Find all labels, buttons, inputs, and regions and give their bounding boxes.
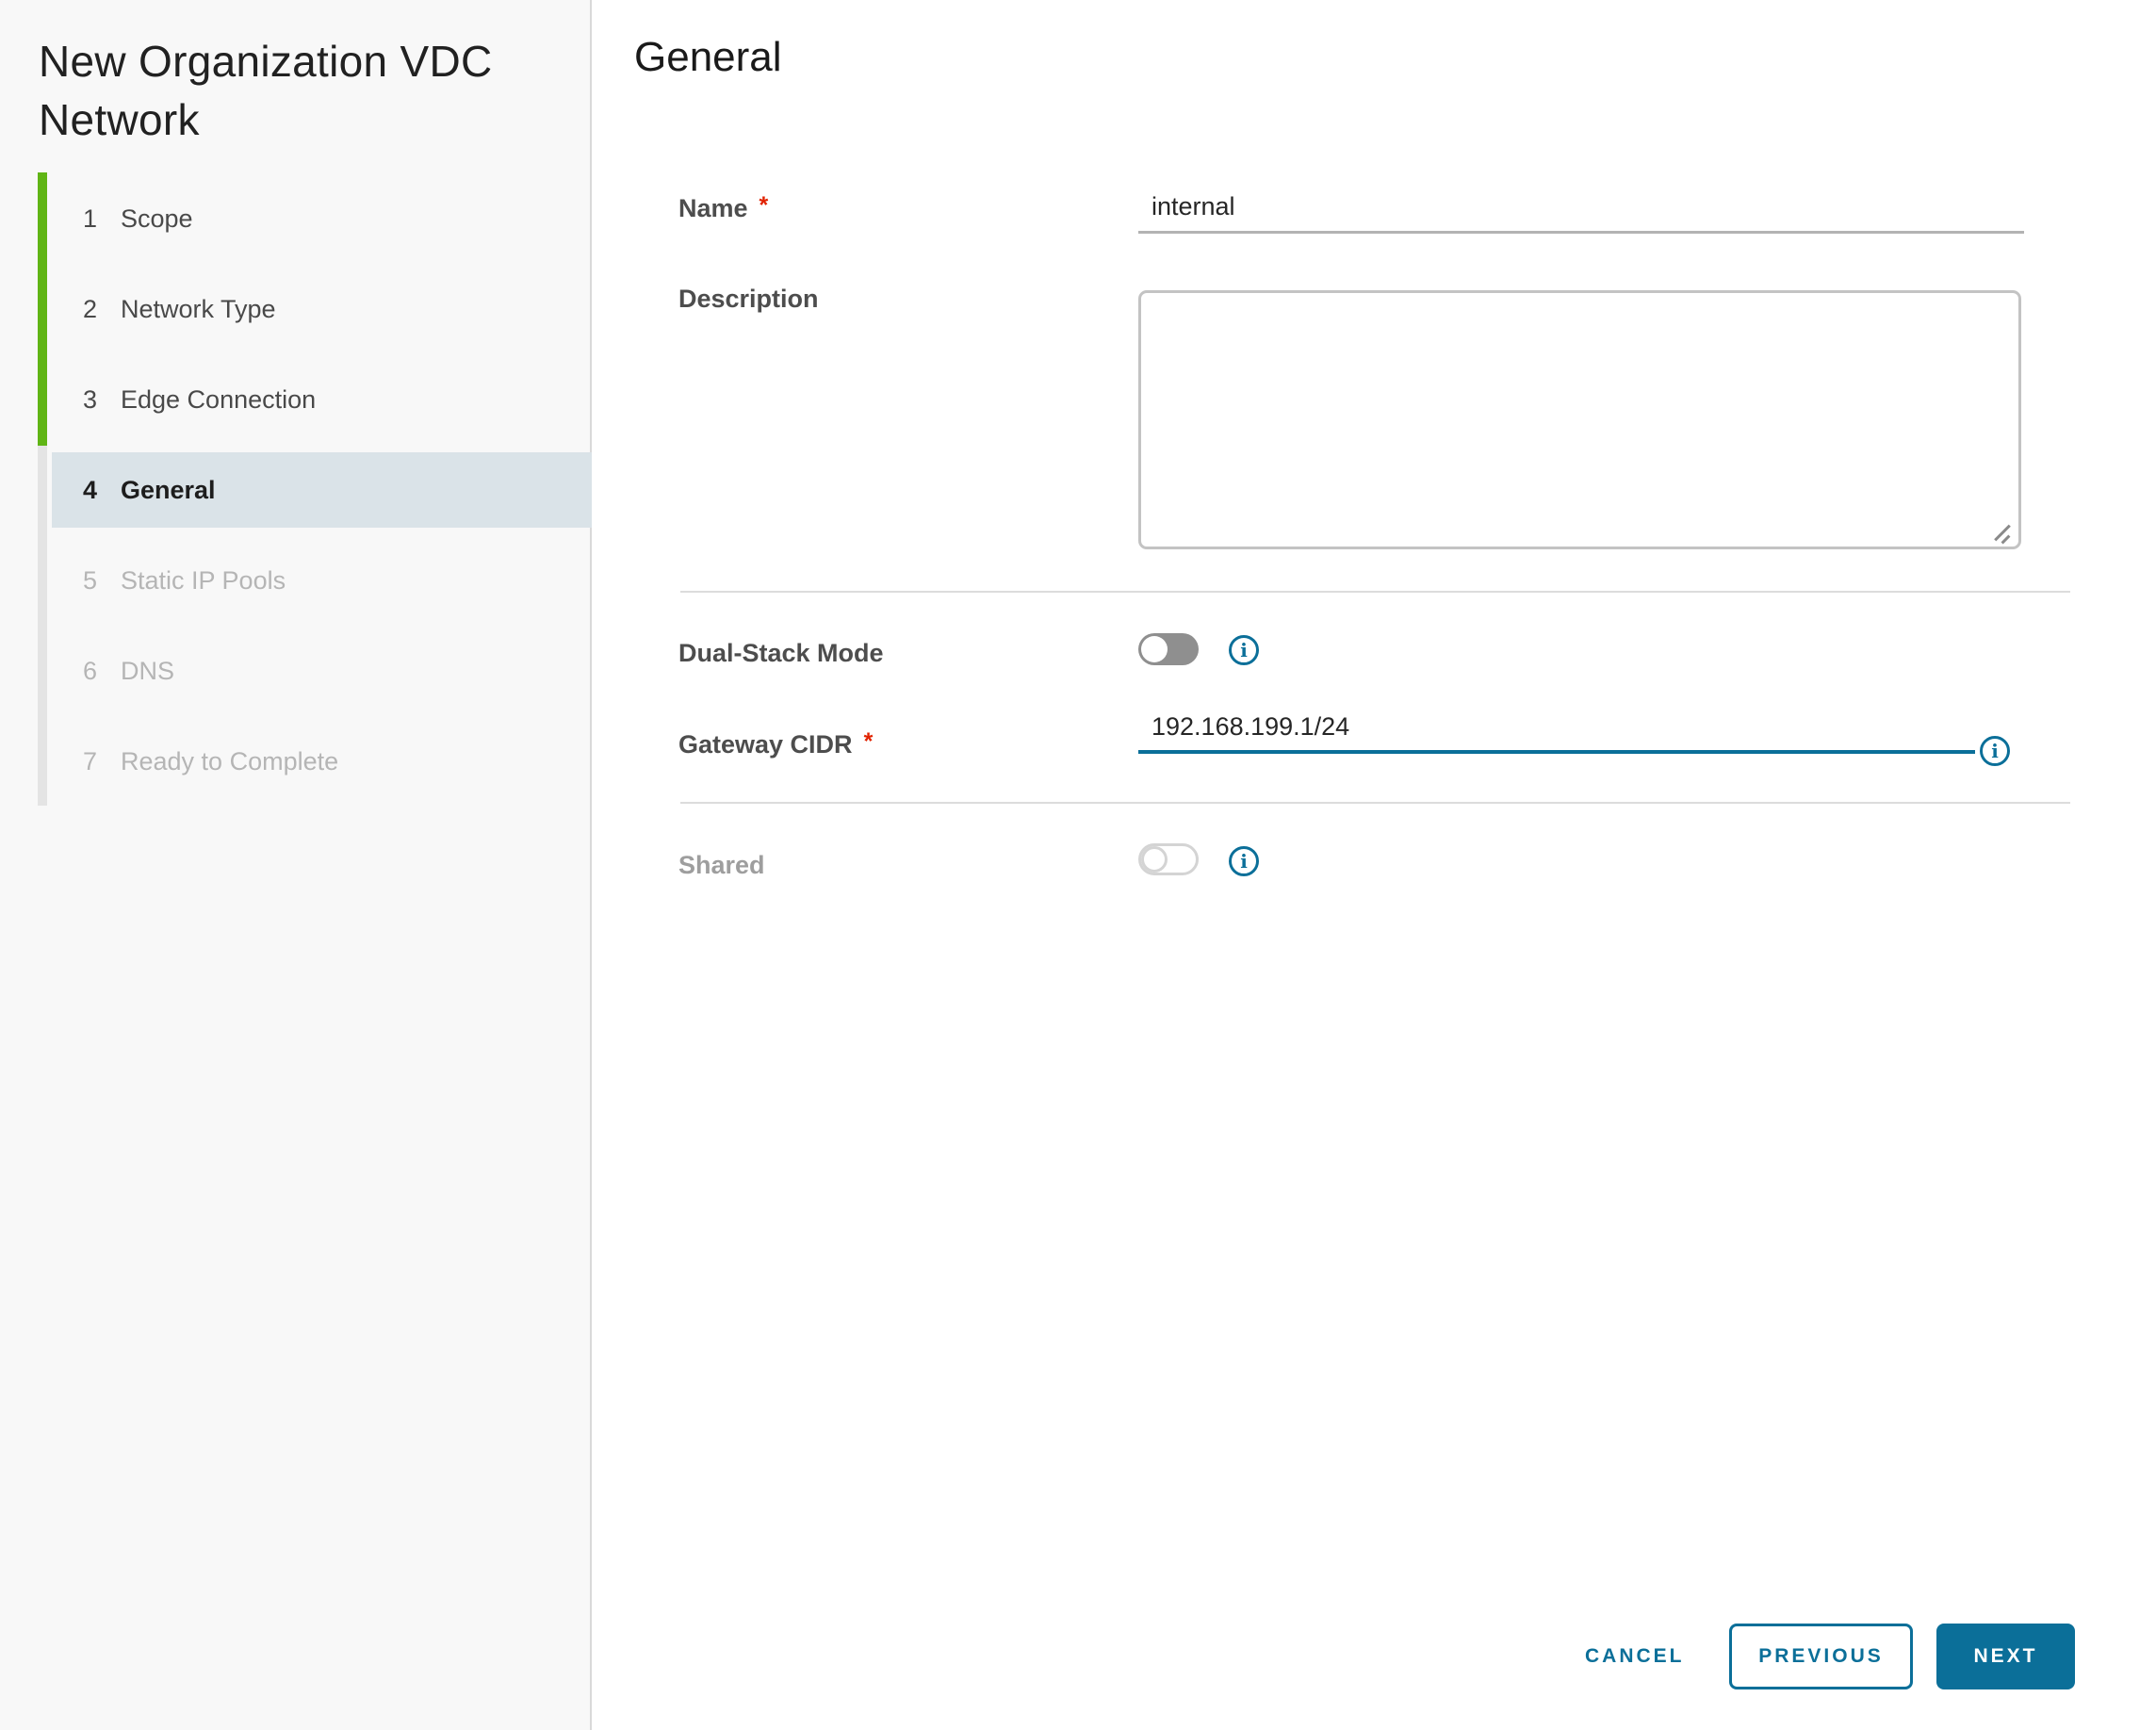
shared-label: Shared [678,851,765,879]
step-item-dns: 6 DNS [0,626,592,716]
info-icon[interactable]: i [1980,736,2010,766]
dual-stack-toggle[interactable] [1138,633,1199,665]
step-item-edge-connection[interactable]: 3 Edge Connection [0,354,592,445]
toggle-knob [1141,636,1168,662]
step-number: 1 [83,204,98,233]
section-divider [680,802,2070,804]
step-number: 2 [83,294,98,323]
section-divider [680,591,2070,593]
step-label: General [121,475,216,504]
description-textarea[interactable] [1138,290,2021,549]
step-item-static-ip-pools: 5 Static IP Pools [0,535,592,626]
step-label: Ready to Complete [121,746,339,775]
info-icon[interactable]: i [1229,635,1259,665]
step-label: DNS [121,656,175,685]
step-number: 7 [83,746,98,775]
wizard-title: New Organization VDC Network [39,37,493,144]
step-label: Network Type [121,294,276,323]
step-item-scope[interactable]: 1 Scope [0,173,592,264]
step-item-general[interactable]: 4 General [0,445,592,535]
next-button[interactable]: NEXT [1936,1624,2075,1689]
previous-button[interactable]: PREVIOUS [1729,1624,1913,1689]
required-asterisk: * [863,728,874,755]
toggle-knob [1141,846,1168,873]
step-label: Edge Connection [121,384,317,414]
name-input[interactable] [1138,188,2024,234]
name-label: Name * [678,192,769,222]
cancel-button[interactable]: CANCEL [1564,1624,1706,1689]
gateway-cidr-input[interactable] [1138,709,1975,754]
textarea-resize-handle-icon[interactable] [1992,520,2017,545]
step-number: 3 [83,384,98,414]
step-number: 6 [83,656,98,685]
info-icon[interactable]: i [1229,846,1259,876]
page-title: General [634,34,782,80]
description-label: Description [678,285,819,313]
step-item-network-type[interactable]: 2 Network Type [0,264,592,354]
wizard-sidebar: New Organization VDC Network 1 Scope 2 N… [0,0,592,1730]
dual-stack-mode-label: Dual-Stack Mode [678,639,884,667]
gateway-cidr-label: Gateway CIDR * [678,728,874,759]
step-label: Scope [121,204,193,233]
wizard-page-general: General Name* Description Dual-Stack Mod… [594,0,2156,1730]
shared-toggle [1138,843,1199,875]
step-label: Static IP Pools [121,565,286,595]
step-number: 5 [83,565,98,595]
step-item-ready-to-complete: 7 Ready to Complete [0,716,592,807]
required-asterisk: * [759,192,769,219]
step-number: 4 [83,475,98,504]
